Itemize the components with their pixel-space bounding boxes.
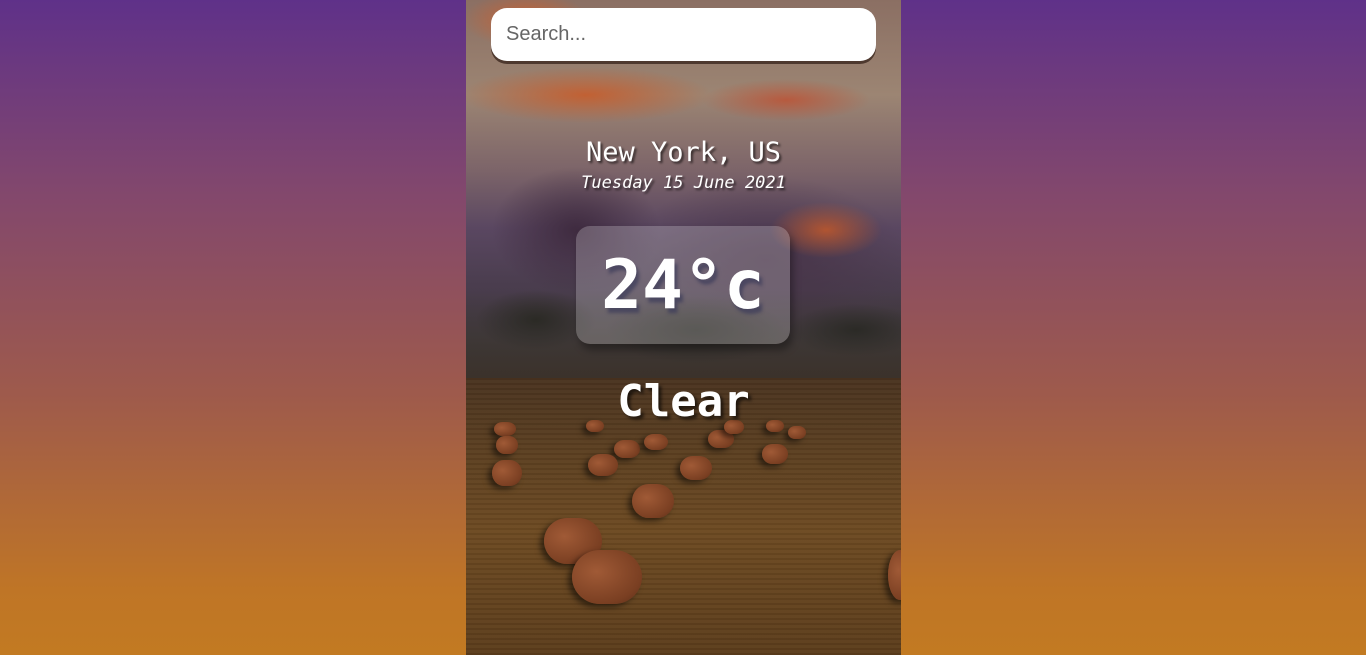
date-label: Tuesday 15 June 2021: [581, 173, 786, 193]
hay-bale: [680, 456, 712, 480]
temperature-value: 24°c: [601, 245, 765, 325]
hay-bale: [588, 454, 618, 476]
search-input[interactable]: [491, 8, 876, 61]
hay-bale: [644, 434, 668, 450]
hay-bale: [762, 444, 788, 464]
weather-condition: Clear: [617, 376, 750, 427]
temperature-card: 24°c: [576, 226, 790, 344]
hay-bale: [492, 460, 522, 486]
hay-bale: [788, 426, 806, 439]
location-label: New York, US: [585, 137, 782, 168]
weather-app: New York, US Tuesday 15 June 2021 24°c C…: [466, 0, 901, 655]
hay-bale: [888, 550, 901, 600]
hay-bale: [632, 484, 674, 518]
hay-bale: [614, 440, 640, 458]
hay-bale: [572, 550, 642, 604]
hay-bale: [496, 436, 518, 454]
